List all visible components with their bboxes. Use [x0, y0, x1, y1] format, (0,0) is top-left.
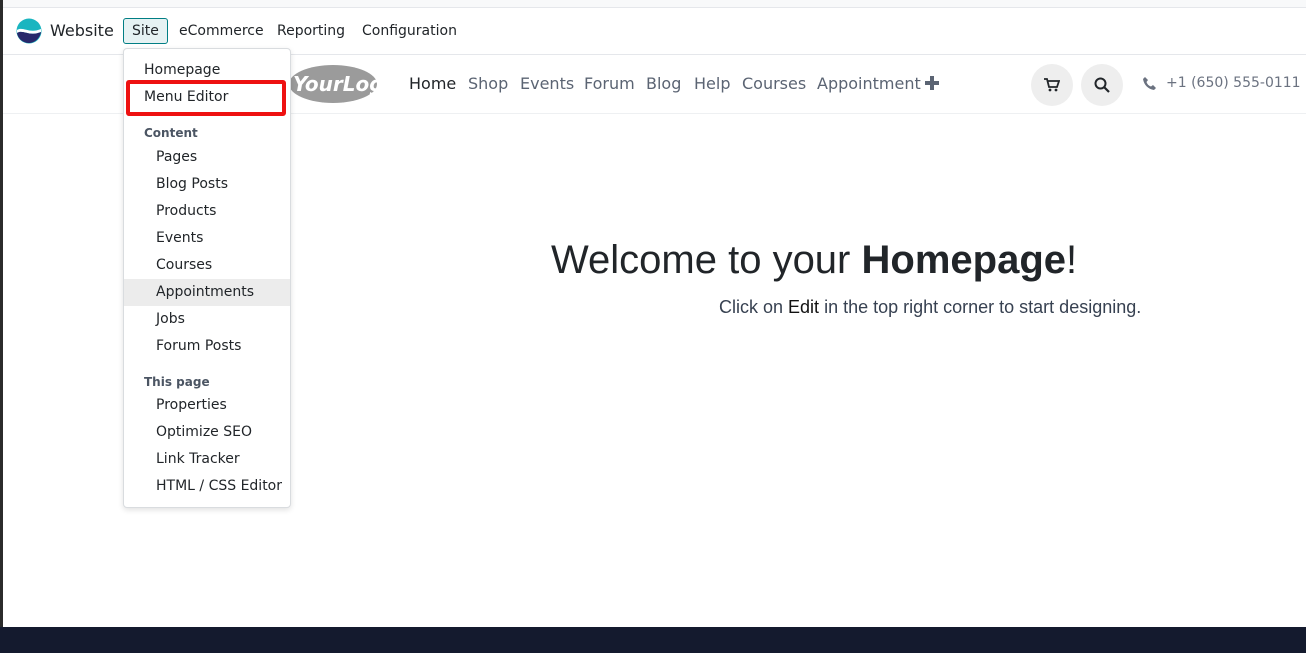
welcome-suffix: ! [1066, 238, 1078, 282]
cart-icon [1044, 78, 1060, 92]
menu-editor-highlight-box [126, 80, 286, 116]
nav-help[interactable]: Help [694, 74, 730, 93]
dropdown-pages[interactable]: Pages [124, 144, 290, 171]
dropdown-appointments[interactable]: Appointments [124, 279, 290, 306]
dropdown-properties[interactable]: Properties [124, 392, 290, 419]
site-dropdown-menu: Homepage Menu Editor Content Pages Blog … [123, 48, 291, 508]
dropdown-courses[interactable]: Courses [124, 252, 290, 279]
odoo-website-logo-icon[interactable] [16, 18, 42, 44]
hint-suffix: in the top right corner to start designi… [819, 297, 1142, 317]
dropdown-this-page-header: This page [144, 375, 210, 389]
dropdown-optimize-seo[interactable]: Optimize SEO [124, 419, 290, 446]
nav-home[interactable]: Home [409, 74, 456, 93]
dropdown-html-css-editor[interactable]: HTML / CSS Editor [124, 473, 290, 500]
menu-configuration[interactable]: Configuration [354, 18, 465, 44]
dropdown-events[interactable]: Events [124, 225, 290, 252]
nav-forum[interactable]: Forum [584, 74, 635, 93]
nav-events[interactable]: Events [520, 74, 574, 93]
footer-band [0, 627, 1306, 653]
dropdown-jobs[interactable]: Jobs [124, 306, 290, 333]
menu-ecommerce[interactable]: eCommerce [171, 18, 272, 44]
cart-button[interactable] [1031, 64, 1073, 106]
search-button[interactable] [1081, 64, 1123, 106]
nav-courses[interactable]: Courses [742, 74, 806, 93]
phone-icon [1143, 77, 1156, 90]
welcome-bold: Homepage [861, 238, 1067, 282]
search-icon [1094, 77, 1110, 93]
nav-appointment[interactable]: Appointment [817, 74, 921, 93]
plus-icon[interactable] [925, 76, 939, 90]
top-strip [3, 0, 1306, 8]
menu-reporting[interactable]: Reporting [269, 18, 353, 44]
hint-prefix: Click on [719, 297, 789, 317]
menu-site[interactable]: Site [123, 18, 168, 44]
hint-bold: Edit [788, 297, 820, 317]
dropdown-content-header: Content [144, 126, 198, 140]
dropdown-link-tracker[interactable]: Link Tracker [124, 446, 290, 473]
app-name[interactable]: Website [50, 21, 114, 40]
dropdown-products[interactable]: Products [124, 198, 290, 225]
welcome-prefix: Welcome to your [551, 238, 862, 282]
dropdown-blog-posts[interactable]: Blog Posts [124, 171, 290, 198]
site-logo-text: YourLogo [293, 72, 398, 96]
nav-shop[interactable]: Shop [468, 74, 508, 93]
nav-blog[interactable]: Blog [646, 74, 681, 93]
phone-number[interactable]: +1 (650) 555-0111 [1166, 75, 1301, 91]
dropdown-forum-posts[interactable]: Forum Posts [124, 333, 290, 360]
